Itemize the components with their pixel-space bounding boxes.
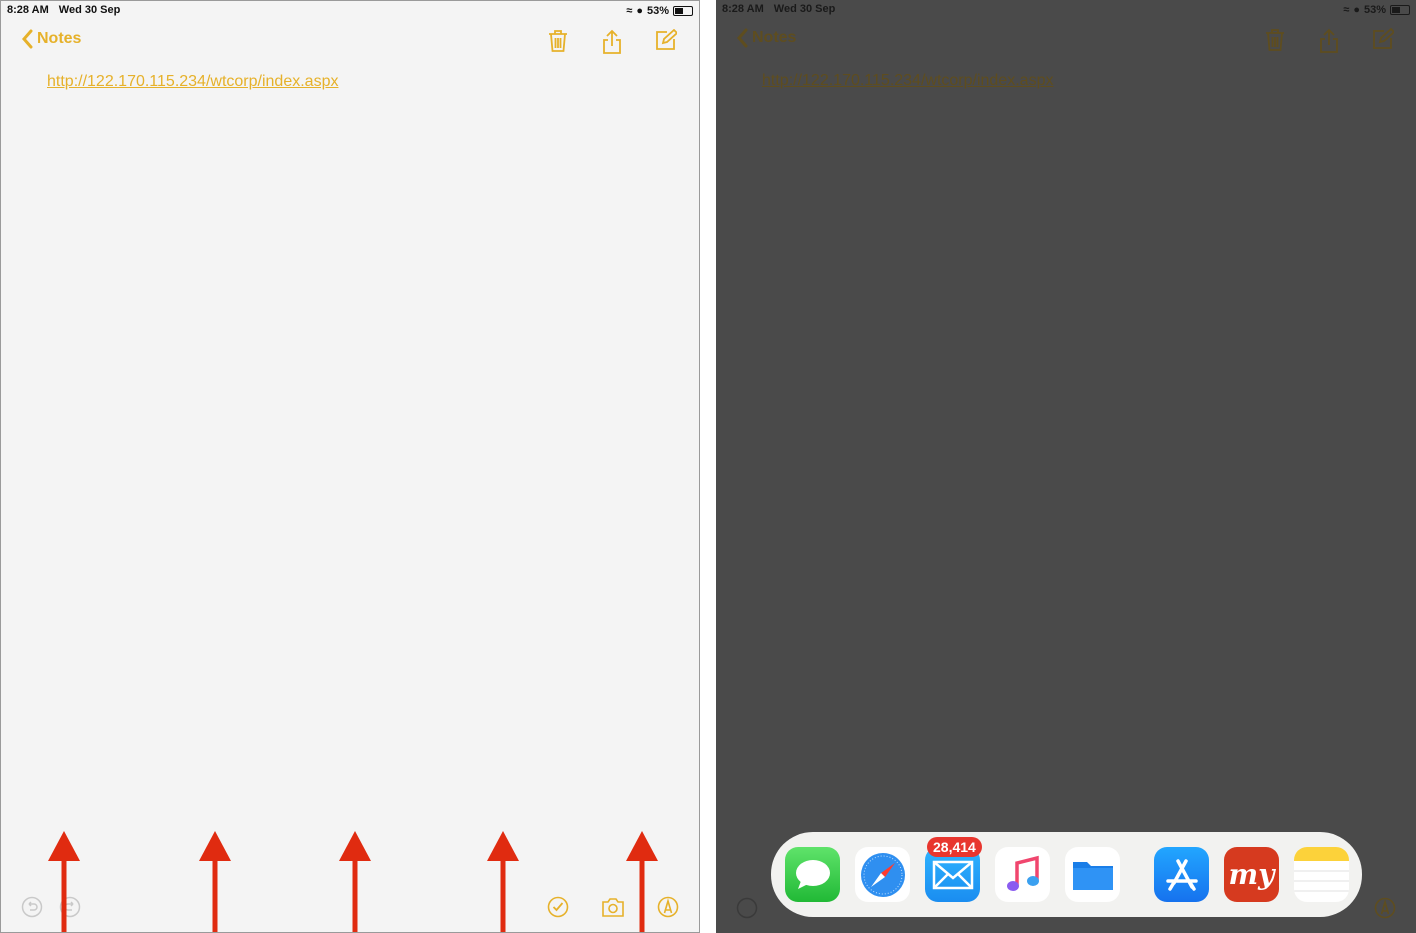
note-link[interactable]: http://122.170.115.234/wtcorp/index.aspx bbox=[47, 73, 338, 91]
swipe-up-arrow bbox=[626, 831, 658, 932]
orientation-lock-icon: ● bbox=[1353, 4, 1360, 16]
markup-icon[interactable] bbox=[1374, 897, 1396, 919]
dock-app-messages[interactable] bbox=[785, 847, 840, 902]
folder-icon bbox=[1072, 861, 1113, 890]
status-date: Wed 30 Sep bbox=[58, 4, 121, 16]
wifi-icon: ≈ bbox=[626, 5, 633, 17]
dock-app-app-store[interactable] bbox=[1154, 847, 1209, 902]
messages-icon bbox=[795, 859, 830, 889]
dock-app-music[interactable] bbox=[995, 847, 1050, 902]
battery-percent: 53% bbox=[1363, 4, 1386, 16]
app-store-icon bbox=[1165, 858, 1198, 891]
share-icon[interactable] bbox=[601, 29, 623, 55]
dock-app-files[interactable] bbox=[1065, 847, 1120, 902]
chevron-left-icon bbox=[737, 28, 748, 48]
trash-icon[interactable] bbox=[547, 29, 569, 53]
notes-icon bbox=[1294, 847, 1349, 892]
mail-badge: 28,414 bbox=[927, 837, 982, 857]
back-button[interactable]: Notes bbox=[736, 28, 796, 48]
camera-icon[interactable] bbox=[601, 896, 625, 918]
music-icon bbox=[1006, 855, 1039, 891]
compose-icon[interactable] bbox=[655, 29, 677, 51]
battery-icon bbox=[673, 6, 693, 16]
battery-percent: 53% bbox=[646, 5, 669, 17]
status-time: 8:28 AM bbox=[7, 4, 49, 16]
battery-icon bbox=[1390, 5, 1410, 15]
trash-icon[interactable] bbox=[1264, 28, 1286, 52]
back-label: Notes bbox=[37, 30, 82, 47]
dock-app-notes[interactable] bbox=[1294, 847, 1349, 902]
makemytrip-logo: my bbox=[1228, 858, 1275, 891]
status-bar: 8:28 AM Wed 30 Sep ≈ ● 53% bbox=[722, 3, 1410, 17]
dock-app-mail[interactable]: 28,414 bbox=[925, 837, 982, 902]
notes-screen-with-dock: 8:28 AM Wed 30 Sep ≈ ● 53% Notes http://1… bbox=[716, 0, 1416, 933]
checklist-icon[interactable] bbox=[547, 896, 569, 918]
markup-icon[interactable] bbox=[657, 896, 679, 918]
undo-icon[interactable] bbox=[21, 896, 43, 918]
dock-app-safari[interactable] bbox=[855, 847, 910, 902]
undo-icon[interactable] bbox=[736, 897, 758, 919]
app-dock: 28,414 my bbox=[771, 832, 1362, 917]
status-date: Wed 30 Sep bbox=[773, 3, 836, 15]
swipe-up-arrow bbox=[48, 831, 80, 932]
back-button[interactable]: Notes bbox=[21, 29, 81, 49]
back-label: Notes bbox=[752, 29, 797, 46]
swipe-up-arrow bbox=[339, 831, 371, 932]
share-icon[interactable] bbox=[1318, 28, 1340, 54]
status-time: 8:28 AM bbox=[722, 3, 764, 15]
note-link[interactable]: http://122.170.115.234/wtcorp/index.aspx bbox=[762, 72, 1053, 90]
notes-screen-before: 8:28 AM Wed 30 Sep ≈ ● 53% Notes http://1… bbox=[0, 0, 700, 933]
compose-icon[interactable] bbox=[1372, 28, 1394, 50]
safari-icon bbox=[860, 852, 905, 897]
swipe-up-arrow bbox=[199, 831, 231, 932]
wifi-icon: ≈ bbox=[1343, 4, 1350, 16]
mail-icon bbox=[932, 860, 973, 889]
swipe-up-arrow bbox=[487, 831, 519, 932]
status-bar: 8:28 AM Wed 30 Sep ≈ ● 53% bbox=[7, 4, 693, 18]
dock-app-makemytrip[interactable]: my bbox=[1224, 847, 1279, 902]
chevron-left-icon bbox=[22, 29, 33, 49]
orientation-lock-icon: ● bbox=[636, 5, 643, 17]
